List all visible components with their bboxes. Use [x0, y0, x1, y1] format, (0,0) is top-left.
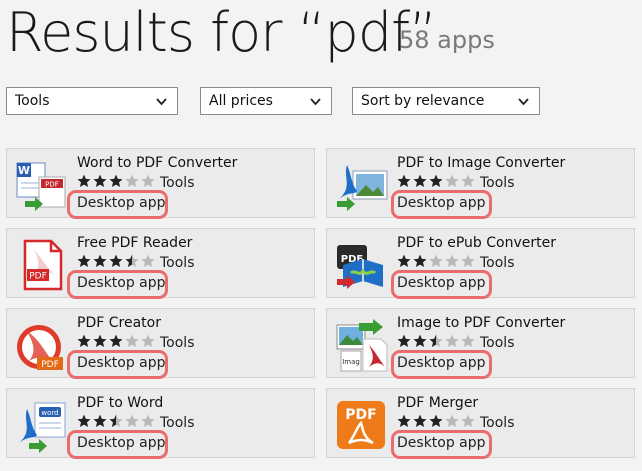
app-category: Tools	[160, 175, 195, 191]
star-empty-icon	[125, 334, 139, 347]
star-filled-icon	[397, 414, 411, 427]
star-filled-icon	[413, 334, 427, 347]
app-category: Tools	[160, 255, 195, 271]
star-half-icon	[109, 414, 123, 427]
sort-dropdown[interactable]: Sort by relevance	[352, 87, 540, 115]
svg-text:word: word	[41, 409, 58, 417]
pdf-reader-icon: PDF	[13, 237, 69, 293]
chevron-down-icon	[156, 98, 167, 106]
star-filled-icon	[397, 174, 411, 187]
app-tile[interactable]: PDF PDF to ePub Converter Tools Desktop app	[326, 228, 635, 299]
highlight-callout	[391, 190, 492, 219]
star-filled-icon	[397, 334, 411, 347]
app-category: Tools	[160, 415, 195, 431]
star-filled-icon	[413, 414, 427, 427]
star-empty-icon	[125, 174, 139, 187]
app-category: Tools	[160, 335, 195, 351]
image-to-pdf-icon: Imag	[333, 317, 389, 373]
star-half-icon	[125, 254, 139, 267]
pdf-to-epub-icon: PDF	[333, 237, 389, 293]
star-empty-icon	[461, 254, 475, 267]
result-count: 58 apps	[399, 26, 495, 54]
star-empty-icon	[141, 174, 155, 187]
star-filled-icon	[109, 334, 123, 347]
svg-text:PDF: PDF	[29, 272, 47, 282]
app-name: PDF to Word	[77, 395, 164, 411]
app-tile[interactable]: PDF Free PDF Reader Tools Desktop app	[6, 228, 315, 299]
app-category: Tools	[480, 415, 515, 431]
sort-value: Sort by relevance	[361, 93, 485, 109]
chevron-down-icon	[518, 98, 529, 106]
price-filter-dropdown[interactable]: All prices	[200, 87, 332, 115]
star-empty-icon	[141, 334, 155, 347]
star-empty-icon	[461, 334, 475, 347]
svg-text:PDF: PDF	[41, 360, 59, 370]
star-filled-icon	[109, 254, 123, 267]
word-to-pdf-icon: W PDF	[13, 157, 69, 213]
highlight-callout	[391, 350, 492, 379]
app-tile[interactable]: PDF PDF Merger Tools Desktop app	[326, 388, 635, 459]
app-category: Tools	[480, 255, 515, 271]
pdf-merger-icon: PDF	[333, 397, 389, 453]
app-tile[interactable]: PDF to Image Converter Tools Desktop app	[326, 148, 635, 219]
star-empty-icon	[125, 414, 139, 427]
star-filled-icon	[77, 334, 91, 347]
highlight-callout	[67, 350, 168, 379]
page-title: Results for “pdf”	[6, 1, 437, 64]
star-empty-icon	[445, 414, 459, 427]
app-name: PDF to ePub Converter	[397, 235, 556, 251]
app-tile[interactable]: word PDF to Word Tools Desktop app	[6, 388, 315, 459]
star-filled-icon	[413, 254, 427, 267]
app-name: Free PDF Reader	[77, 235, 193, 251]
star-filled-icon	[93, 254, 107, 267]
star-filled-icon	[77, 414, 91, 427]
app-name: PDF Creator	[77, 315, 161, 331]
svg-text:W: W	[18, 164, 30, 177]
star-filled-icon	[93, 174, 107, 187]
star-empty-icon	[429, 254, 443, 267]
star-filled-icon	[77, 254, 91, 267]
chevron-down-icon	[310, 98, 321, 106]
category-filter-value: Tools	[15, 93, 50, 109]
star-filled-icon	[93, 414, 107, 427]
app-category: Tools	[480, 175, 515, 191]
app-tile[interactable]: PDF PDF Creator Tools Desktop app	[6, 308, 315, 379]
app-tile[interactable]: W PDF Word to PDF Converter Tools Desktop ap…	[6, 148, 315, 219]
star-half-icon	[429, 334, 443, 347]
highlight-callout	[67, 270, 168, 299]
star-filled-icon	[109, 174, 123, 187]
pdf-to-word-icon: word	[13, 397, 69, 453]
app-category: Tools	[480, 335, 515, 351]
highlight-callout	[391, 430, 492, 459]
star-empty-icon	[445, 254, 459, 267]
star-empty-icon	[141, 414, 155, 427]
svg-text:PDF: PDF	[345, 407, 376, 423]
highlight-callout	[391, 270, 492, 299]
star-filled-icon	[397, 254, 411, 267]
app-name: PDF Merger	[397, 395, 479, 411]
star-empty-icon	[461, 174, 475, 187]
highlight-callout	[67, 430, 168, 459]
price-filter-value: All prices	[209, 93, 273, 109]
svg-text:Imag: Imag	[342, 358, 360, 366]
star-filled-icon	[429, 414, 443, 427]
category-filter-dropdown[interactable]: Tools	[6, 87, 178, 115]
app-tile[interactable]: Imag Image to PDF Converter Tools Desktop a…	[326, 308, 635, 379]
svg-text:PDF: PDF	[45, 181, 59, 189]
star-filled-icon	[413, 174, 427, 187]
pdf-to-image-icon	[333, 157, 389, 213]
star-empty-icon	[445, 334, 459, 347]
app-name: Image to PDF Converter	[397, 315, 566, 331]
star-empty-icon	[445, 174, 459, 187]
app-name: Word to PDF Converter	[77, 155, 238, 171]
star-filled-icon	[93, 334, 107, 347]
star-empty-icon	[141, 254, 155, 267]
highlight-callout	[67, 190, 168, 219]
pdf-creator-icon: PDF	[13, 317, 69, 373]
star-filled-icon	[429, 174, 443, 187]
star-empty-icon	[461, 414, 475, 427]
star-filled-icon	[77, 174, 91, 187]
app-name: PDF to Image Converter	[397, 155, 566, 171]
